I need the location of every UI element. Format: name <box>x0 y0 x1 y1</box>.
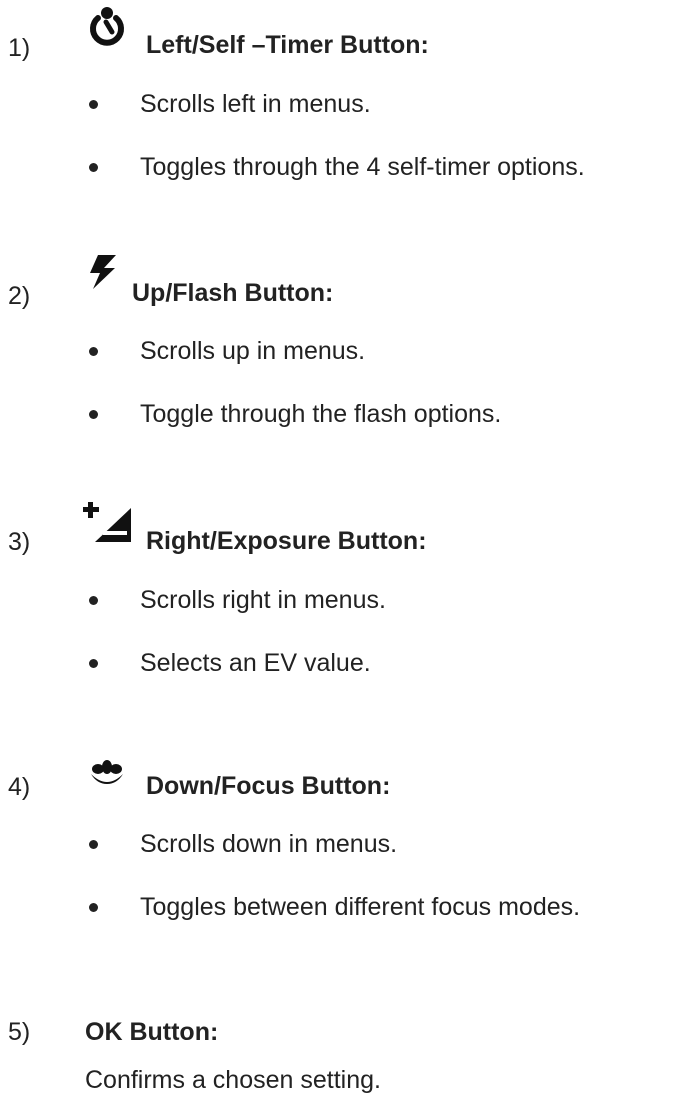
section-number: 1) <box>8 34 31 62</box>
bullet-text: Selects an EV value. <box>140 649 371 677</box>
bullet-dot <box>89 347 98 356</box>
bullet-dot <box>89 163 98 172</box>
bullet-dot <box>89 840 98 849</box>
bullet-text: Toggle through the flash options. <box>140 400 502 428</box>
bullet-dot <box>89 659 98 668</box>
section-number: 3) <box>8 528 31 556</box>
macro-focus-icon <box>89 760 125 786</box>
bullet-text: Toggles through the 4 self-timer options… <box>140 153 585 181</box>
flash-icon <box>88 253 120 291</box>
bullet-text: Scrolls down in menus. <box>140 830 398 858</box>
section-title: Down/Focus Button: <box>146 772 391 800</box>
section-title: OK Button: <box>85 1018 219 1046</box>
bullet-dot <box>89 100 98 109</box>
section-title: Up/Flash Button: <box>132 279 334 307</box>
self-timer-icon <box>85 6 129 48</box>
bullet-dot <box>89 410 98 419</box>
section-title: Right/Exposure Button: <box>146 527 427 555</box>
bullet-dot <box>89 596 98 605</box>
bullet-text: Scrolls left in menus. <box>140 90 371 118</box>
section-number: 5) <box>8 1018 31 1046</box>
bullet-text: Scrolls up in menus. <box>140 337 366 365</box>
section-description: Confirms a chosen setting. <box>85 1066 381 1094</box>
manual-page: { "sections": [ { "number": "1)", "icon"… <box>0 0 694 1097</box>
section-number: 2) <box>8 282 31 310</box>
bullet-text: Scrolls right in menus. <box>140 586 386 614</box>
exposure-icon <box>83 502 131 544</box>
section-title: Left/Self –Timer Button: <box>146 31 429 59</box>
section-number: 4) <box>8 773 31 801</box>
bullet-text: Toggles between different focus modes. <box>140 893 581 921</box>
bullet-dot <box>89 903 98 912</box>
